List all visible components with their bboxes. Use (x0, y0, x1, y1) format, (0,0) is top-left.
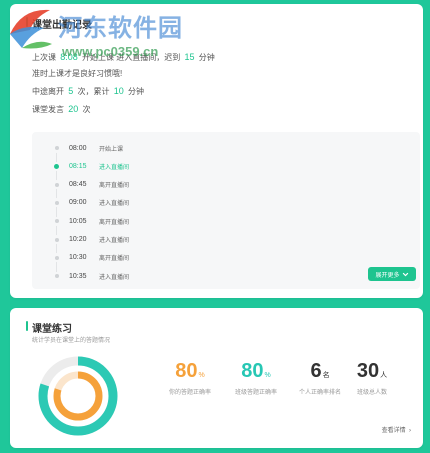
timeline-item: 10:05 离开直播间 (52, 214, 129, 228)
timeline-dot-icon (52, 216, 61, 226)
metric-item: 30人班级总人数 (337, 360, 407, 396)
watermark-title: 河东软件园 (58, 13, 183, 42)
timeline-item: 08:15 进入直播间 (52, 159, 129, 173)
timeline-event: 进入直播间 (99, 164, 130, 171)
view-detail-label: 查看详情 (381, 428, 406, 434)
view-detail-link[interactable]: 查看详情 › (382, 425, 411, 434)
metric-unit: 人 (380, 372, 388, 379)
metric-unit: % (264, 372, 271, 379)
timeline-dot-icon (52, 143, 61, 153)
timeline-item: 10:35 进入直播间 (52, 269, 129, 283)
timeline-time: 09:00 (69, 199, 87, 207)
timeline-dot-icon (52, 161, 61, 171)
timeline-dot-icon (52, 198, 61, 208)
timeline-time: 08:15 (69, 162, 87, 170)
timeline-event: 离开直播间 (99, 183, 130, 190)
metric-label: 你的答题正确率 (168, 390, 211, 396)
leave-suffix: 分钟 (127, 87, 144, 96)
timeline-time: 10:20 (69, 236, 87, 243)
watermark-url: www.pc0359.cn (62, 44, 159, 59)
timeline-event: 进入直播间 (99, 201, 130, 208)
speak-line: 课堂发言 20 次 (32, 104, 90, 115)
leave-mid: 次，累计 (77, 87, 110, 96)
timeline-event: 离开直播间 (99, 256, 130, 263)
metric-value: 80 (175, 360, 198, 382)
timeline-time: 10:35 (69, 272, 87, 280)
expand-more-label: 展开更多 (375, 272, 400, 279)
timeline-time: 10:05 (69, 217, 87, 225)
timeline-time: 08:00 (69, 144, 87, 152)
timeline-item: 09:00 进入直播间 (52, 196, 129, 210)
timeline-event: 开始上课 (99, 146, 124, 153)
timeline-item: 10:30 离开直播间 (52, 251, 129, 265)
leave-minutes: 10 (113, 86, 124, 96)
practice-subtitle: 统计学员在课堂上的答题情况 (32, 338, 111, 344)
timeline-dot-icon (52, 253, 61, 263)
timeline-dot-icon (52, 180, 61, 190)
timeline-dot-icon (52, 235, 61, 244)
timeline-item: 08:45 离开直播间 (52, 178, 129, 192)
accuracy-ring-chart (34, 352, 122, 440)
punctual-tip: 准时上课才是良好习惯哦! (32, 69, 123, 78)
leave-count: 5 (68, 86, 74, 96)
metric-unit: 名 (322, 372, 330, 379)
practice-title: 课堂练习 (26, 320, 72, 335)
metric-item: 80% 你的答题正确率 (155, 360, 225, 396)
timeline-event: 进入直播间 (99, 274, 130, 281)
chevron-down-icon (402, 272, 408, 276)
watermark-logo-icon (10, 9, 52, 49)
metric-value: 30 (356, 360, 380, 382)
metric-value: 6 (310, 360, 322, 382)
timeline-time: 10:30 (69, 254, 87, 262)
timeline-dot-icon (52, 271, 61, 281)
timeline-item: 10:20 进入直播间 (52, 233, 129, 247)
speak-suffix: 次 (82, 105, 91, 114)
metric-label: 班级总人数 (356, 390, 387, 396)
metric-unit: % (198, 372, 205, 379)
attendance-timeline: 08:00 开始上课 08:15 进入直播间 08:45 离开直播间 09:00 进入直播间 1… (32, 132, 420, 289)
timeline-item: 08:00 开始上课 (52, 141, 123, 155)
expand-more-button[interactable]: 展开更多 (368, 267, 416, 281)
leave-line: 中途离开 5 次，累计 10 分钟 (32, 86, 144, 97)
chevron-right-icon: › (407, 428, 411, 434)
timeline-time: 08:45 (69, 181, 87, 189)
speak-prefix: 课堂发言 (32, 105, 64, 114)
leave-prefix: 中途离开 (32, 87, 64, 96)
speak-count: 20 (68, 104, 79, 114)
metric-value: 80 (241, 360, 264, 382)
timeline-event: 离开直播间 (99, 219, 130, 226)
metric-label: 班级答题正确率 (234, 390, 277, 396)
timeline-event: 进入直播间 (99, 238, 130, 244)
watermark: 河东软件园 www.pc0359.cn (0, 0, 215, 62)
metric-item: 80% 班级答题正确率 (221, 360, 291, 396)
practice-card: 课堂练习 统计学员在课堂上的答题情况 80% 你的答题正确率 80% 班级答题正确率 6… (10, 308, 423, 448)
